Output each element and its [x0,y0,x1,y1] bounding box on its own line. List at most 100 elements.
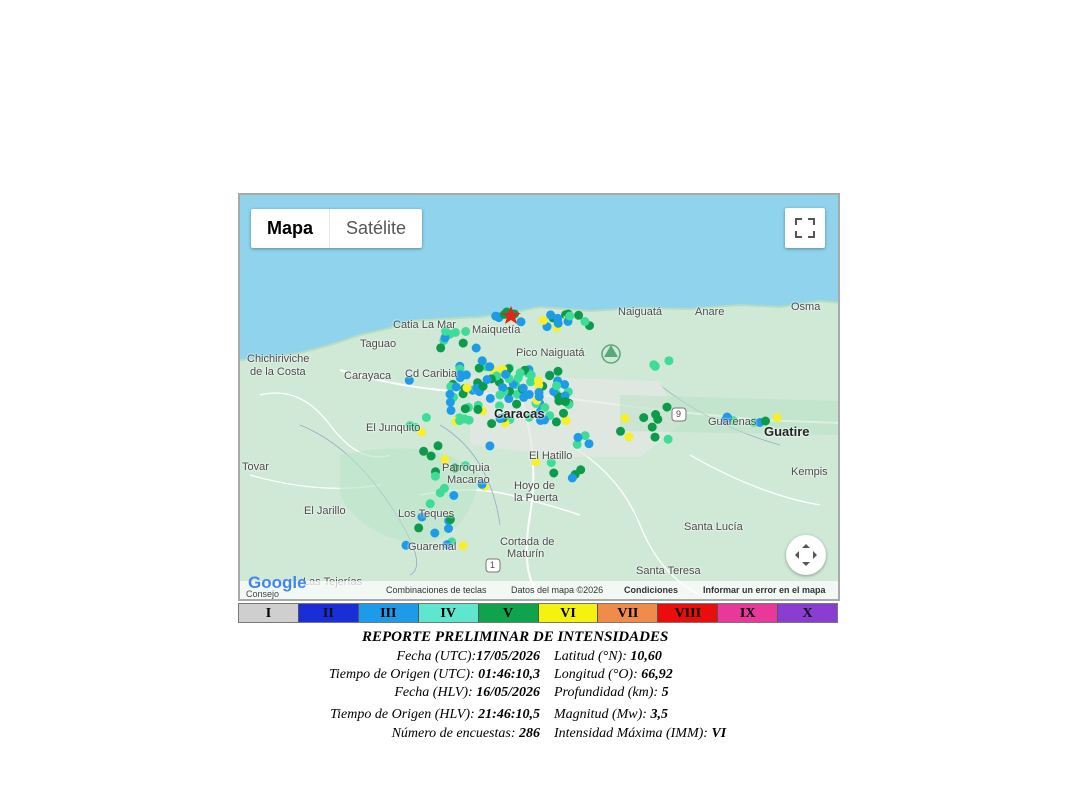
terms-link[interactable]: Condiciones [624,585,678,595]
label-anare: Anare [695,306,725,318]
survey-response-dot[interactable] [650,432,660,442]
survey-response-dot[interactable] [451,382,461,392]
scale-level-9: IX [718,604,779,622]
survey-response-dot[interactable] [553,313,563,323]
label-los-teques: Los Teques [398,508,455,520]
survey-response-dot[interactable] [772,413,782,423]
survey-response-dot[interactable] [584,439,594,449]
survey-response-dot[interactable] [549,468,559,478]
survey-response-dot[interactable] [460,404,470,414]
survey-response-dot[interactable] [473,404,483,414]
fullscreen-button[interactable] [785,208,825,248]
survey-response-dot[interactable] [477,356,487,366]
survey-response-dot[interactable] [430,528,440,538]
scale-level-10: X [778,604,838,622]
magnitud: Magnitud (Mw): 3,5 [554,707,668,722]
survey-response-dot[interactable] [436,343,446,353]
tiempo-origen-utc: Tiempo de Origen (UTC): 01:46:10,3 [328,667,540,682]
survey-response-dot[interactable] [663,434,673,444]
survey-response-dot[interactable] [553,366,563,376]
survey-response-dot[interactable] [485,362,495,372]
label-parroquia: Parroquia [442,462,490,474]
survey-response-dot[interactable] [461,327,471,336]
intensity-scale-legend: I II III IV V VI VII VIII IX X [238,603,838,623]
survey-response-dot[interactable] [501,369,510,379]
intensidad-maxima: Intensidad Máxima (IMM): VI [554,726,727,741]
label-consejo: Consejo [246,589,280,599]
label-la-puerta: la Puerta [514,492,559,504]
survey-response-dot[interactable] [620,413,630,423]
label-pico-naiguata: Pico Naiguatá [516,347,585,359]
label-route-1: 1 [490,560,496,570]
survey-response-dot[interactable] [567,473,577,483]
survey-response-dot[interactable] [576,465,586,475]
survey-response-dot[interactable] [421,413,431,422]
survey-response-dot[interactable] [433,441,443,451]
survey-response-dot[interactable] [471,343,481,353]
keyboard-shortcuts-link[interactable]: Combinaciones de teclas [386,585,487,595]
survey-response-dot[interactable] [445,389,455,399]
survey-response-dot[interactable] [560,397,570,407]
survey-response-dot[interactable] [534,392,544,402]
survey-response-dot[interactable] [455,373,465,383]
survey-response-dot[interactable] [444,524,453,533]
survey-response-dot[interactable] [485,393,495,403]
survey-response-dot[interactable] [639,413,649,423]
survey-response-dot[interactable] [414,523,424,533]
label-cortada: Cortada de [500,536,555,548]
survey-response-dot[interactable] [545,371,555,381]
survey-response-dot[interactable] [662,402,672,412]
longitud: Longitud (°O): 66,92 [554,667,673,682]
pan-arrows-icon [795,544,817,566]
scale-level-4: IV [418,604,479,622]
survey-response-dot[interactable] [616,426,625,436]
survey-response-dot[interactable] [565,311,575,321]
scale-level-3: III [358,604,419,622]
label-maiquetia: Maiquetía [472,324,521,336]
survey-response-dot[interactable] [650,361,660,371]
survey-response-dot[interactable] [449,491,459,500]
survey-response-dot[interactable] [426,451,436,461]
label-caracas: Caracas [494,406,545,421]
survey-response-dot[interactable] [485,441,495,451]
intensity-map[interactable]: Mapa Satélite Catia La Mar Maiquetía Nai… [238,193,840,601]
survey-response-dot[interactable] [445,397,455,407]
survey-response-dot[interactable] [624,432,634,442]
survey-response-dot[interactable] [573,432,583,442]
survey-response-dot[interactable] [458,541,468,551]
tiempo-origen-hlv: Tiempo de Origen (HLV): 21:46:10,5 [330,707,540,722]
survey-response-dot[interactable] [574,310,584,320]
survey-response-dot[interactable] [552,381,562,391]
map-type-satellite-button[interactable]: Satélite [330,209,422,248]
label-hoyo: Hoyo de [514,480,555,492]
survey-response-dot[interactable] [495,390,505,400]
survey-response-dot[interactable] [664,356,674,366]
survey-response-dot[interactable] [482,375,492,385]
survey-response-dot[interactable] [464,415,474,425]
survey-response-dot[interactable] [513,373,523,383]
map-type-mapa-button[interactable]: Mapa [251,209,331,248]
scale-level-5: V [478,604,539,622]
scale-level-2: II [298,604,359,622]
survey-response-dot[interactable] [647,422,657,432]
survey-response-dot[interactable] [524,390,534,399]
report-title: REPORTE PRELIMINAR DE INTENSIDADES [362,629,669,645]
survey-response-dot[interactable] [425,499,435,509]
camera-control-button[interactable] [786,535,826,575]
scale-level-7: VII [598,604,659,622]
map-attribution-bar: Combinaciones de teclas Datos del mapa ©… [240,581,838,599]
survey-response-dot[interactable] [446,405,456,415]
survey-response-dot[interactable] [419,446,429,456]
label-guatire: Guatire [764,424,810,439]
label-de-la-costa: de la Costa [250,366,306,378]
survey-response-dot[interactable] [430,471,440,481]
label-guarenas: Guarenas [708,416,757,428]
survey-response-dot[interactable] [651,410,661,419]
survey-response-dot[interactable] [462,383,472,393]
survey-response-dot[interactable] [551,417,561,427]
survey-response-dot[interactable] [559,408,568,418]
survey-response-dot[interactable] [458,338,468,348]
report-error-link[interactable]: Informar un error en el mapa [703,585,826,595]
survey-response-dot[interactable] [526,370,536,380]
survey-response-dot[interactable] [538,315,548,325]
